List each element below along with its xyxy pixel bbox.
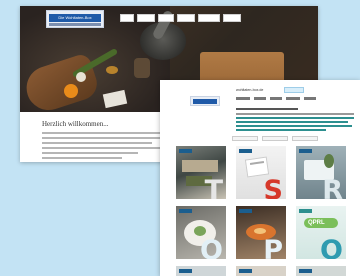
tab[interactable]	[262, 136, 288, 141]
tile-letter: P	[263, 235, 283, 259]
nav-item[interactable]	[286, 97, 300, 100]
secondary-nav	[236, 97, 316, 100]
nav-item[interactable]	[304, 97, 316, 100]
product-tile[interactable]: Q	[176, 206, 226, 259]
product-tile[interactable]	[296, 266, 346, 276]
tab[interactable]	[232, 136, 258, 141]
product-tile[interactable]: R	[296, 146, 346, 199]
tab[interactable]	[292, 136, 318, 141]
product-tile[interactable]: S	[236, 146, 286, 199]
tile-letter: S	[263, 175, 283, 199]
nav-item[interactable]	[120, 14, 134, 22]
tile-letter: O	[320, 235, 343, 259]
screenshot-front: wohltaten-box.de T S R Q P QPRL O	[160, 80, 360, 276]
product-tile[interactable]: T	[176, 146, 226, 199]
site-logo[interactable]: Die Wohltaten-Box	[46, 10, 104, 28]
nav-item[interactable]	[270, 97, 282, 100]
nav-item[interactable]	[236, 97, 250, 100]
product-tile[interactable]: QPRL O	[296, 206, 346, 259]
nav-item[interactable]	[254, 97, 266, 100]
site-name: wohltaten-box.de	[236, 88, 264, 92]
product-tile[interactable]	[176, 266, 226, 276]
nav-item[interactable]	[137, 14, 155, 22]
nav-item[interactable]	[177, 14, 195, 22]
filter-tabs	[232, 136, 318, 141]
tile-letter: R	[322, 175, 343, 199]
site-logo-small[interactable]	[190, 96, 220, 106]
nav-item[interactable]	[198, 14, 220, 22]
product-tile[interactable]: P	[236, 206, 286, 259]
nav-item[interactable]	[223, 14, 241, 22]
main-nav	[120, 14, 241, 22]
tile-letter: T	[204, 175, 223, 199]
nav-item[interactable]	[158, 14, 174, 22]
tile-letter: Q	[200, 235, 223, 259]
search-input[interactable]	[284, 87, 304, 93]
product-tile[interactable]	[236, 266, 286, 276]
intro-title: Herzlich willkommen...	[42, 120, 109, 128]
